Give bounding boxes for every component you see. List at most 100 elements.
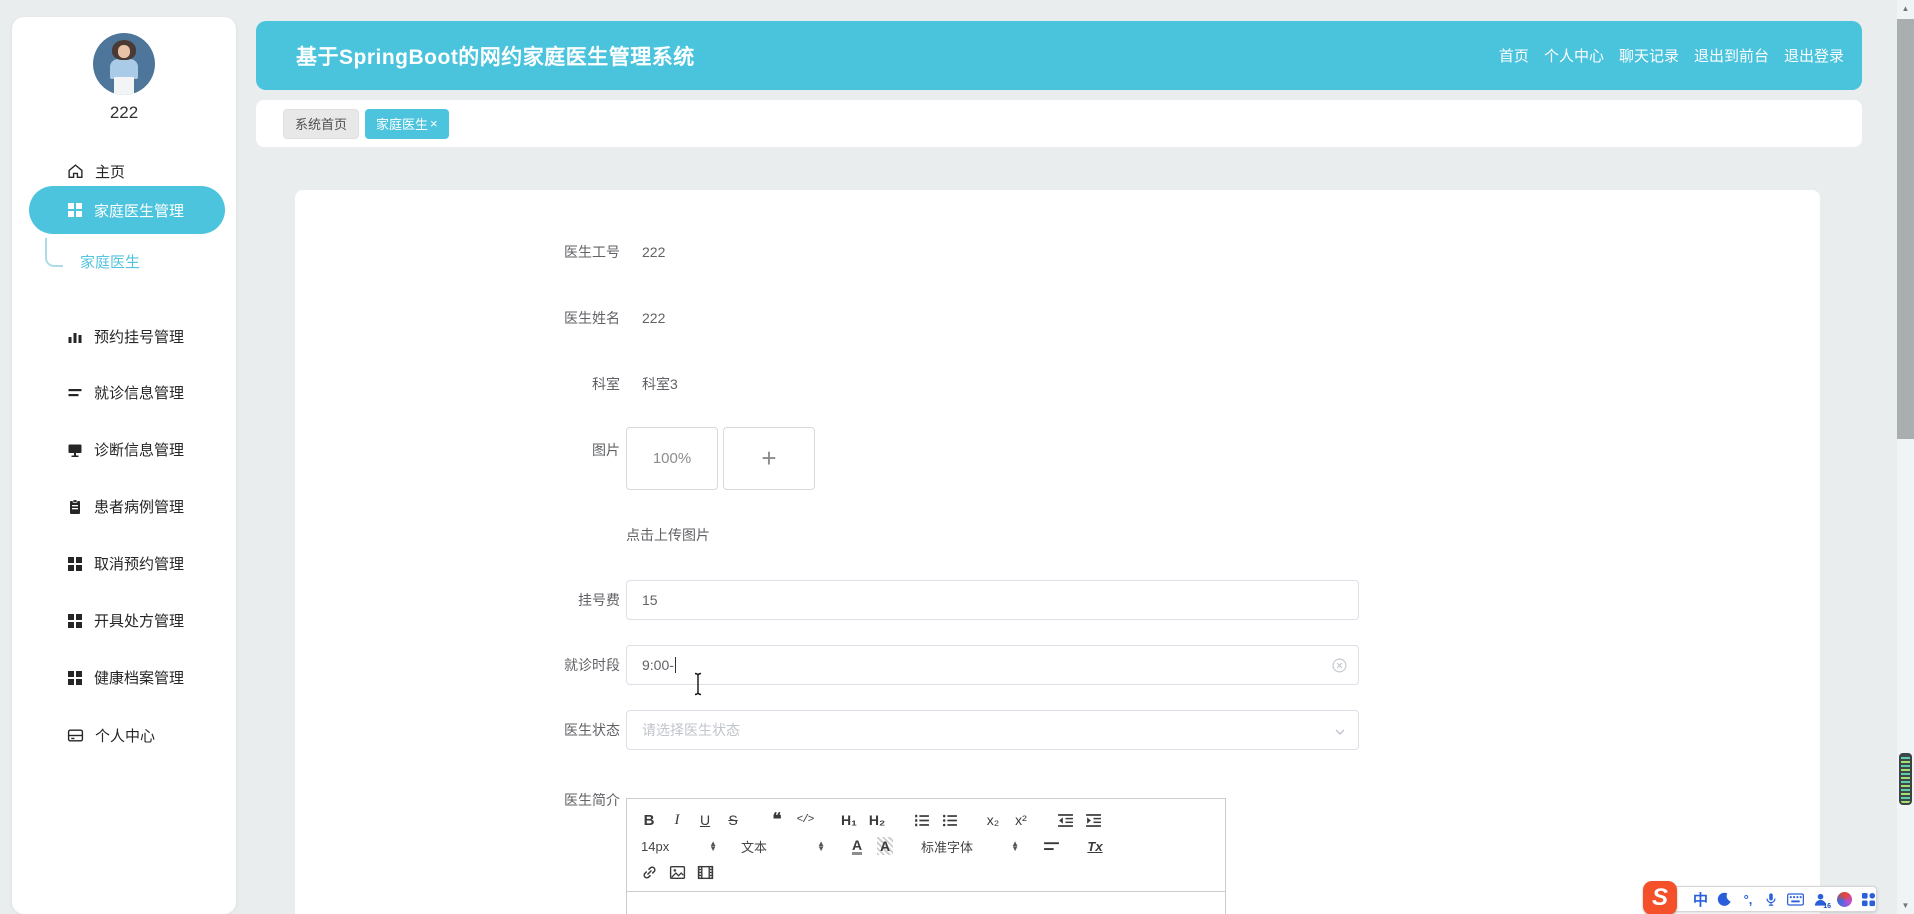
upload-progress-box: 100%	[626, 427, 718, 490]
moon-icon[interactable]	[1717, 889, 1732, 909]
nav-personal-center[interactable]: 个人中心	[1544, 45, 1604, 66]
skin-blob-icon[interactable]	[1837, 889, 1852, 909]
bg-a-glyph: A	[876, 837, 894, 855]
sogou-logo-icon[interactable]: S	[1643, 881, 1677, 914]
background-color-button[interactable]: A	[873, 835, 897, 857]
period-label: 就诊时段	[564, 657, 620, 673]
italic-button[interactable]: I	[665, 809, 689, 831]
superscript-button[interactable]: x²	[1009, 809, 1033, 831]
clear-icon[interactable]	[1332, 658, 1347, 673]
nav-chat-records[interactable]: 聊天记录	[1619, 45, 1679, 66]
sidebar-item-diagnosis-mgmt[interactable]: 诊断信息管理	[67, 439, 184, 460]
avatar[interactable]	[93, 33, 155, 95]
font-family-value: 标准字体	[921, 839, 974, 855]
microphone-icon[interactable]	[1764, 889, 1778, 909]
scrollbar-extension-widget[interactable]	[1899, 753, 1912, 805]
list-icon	[68, 388, 82, 396]
code-block-button[interactable]: </>	[793, 809, 817, 831]
tab-close-icon[interactable]: ×	[430, 116, 438, 131]
header-nav: 首页 个人中心 聊天记录 退出到前台 退出登录	[1499, 45, 1844, 66]
strike-button[interactable]: S	[721, 809, 745, 831]
rich-text-editor: B I U S ❝ </> H₁ H₂ x₂ x² 14px ▲ ▼ 文本 ▲ …	[626, 798, 1226, 914]
upload-add-button[interactable]: +	[723, 427, 815, 490]
department-label: 科室	[592, 376, 620, 392]
keyboard-icon[interactable]	[1787, 889, 1804, 909]
username: 222	[109, 103, 139, 122]
scrollbar-up-arrow[interactable]: ▲	[1897, 0, 1914, 17]
sidebar-item-health-record-mgmt[interactable]: 健康档案管理	[67, 667, 184, 688]
grid-icon	[68, 203, 82, 217]
tab-bar: 系统首页 家庭医生 ×	[256, 100, 1862, 147]
outdent-button[interactable]	[1053, 809, 1077, 831]
font-size-select[interactable]: 14px ▲ ▼	[637, 839, 721, 854]
home-icon	[68, 164, 83, 179]
bold-button[interactable]: B	[637, 809, 661, 831]
tab-family-doctor[interactable]: 家庭医生 ×	[365, 108, 449, 139]
status-select[interactable]: 请选择医生状态	[626, 710, 1359, 750]
tab-system-home[interactable]: 系统首页	[283, 108, 360, 139]
fee-input[interactable]	[626, 580, 1359, 620]
image-button[interactable]	[665, 861, 689, 883]
image-label: 图片	[592, 442, 620, 458]
doctor-name-value: 222	[642, 310, 666, 326]
text-color-button[interactable]: A	[845, 835, 869, 857]
scrollbar-thumb[interactable]	[1897, 19, 1914, 439]
nav-logout[interactable]: 退出登录	[1784, 45, 1844, 66]
underline-button[interactable]: U	[693, 809, 717, 831]
ime-toolbar: S 中 °, 16	[1643, 881, 1877, 914]
status-label: 医生状态	[564, 722, 620, 738]
chevron-down-icon	[1335, 729, 1345, 735]
sidebar-item-home[interactable]: 主页	[67, 161, 125, 182]
sidebar-subitem-family-doctor[interactable]: 家庭医生	[80, 251, 140, 272]
punctuation-icon[interactable]: °,	[1741, 889, 1755, 909]
sidebar-item-label: 健康档案管理	[94, 670, 185, 687]
period-value: 9:00-	[642, 657, 674, 673]
editor-content-area[interactable]	[627, 891, 1225, 914]
sidebar-item-patient-case-mgmt[interactable]: 患者病例管理	[67, 496, 184, 517]
sidebar: 222 主页 家庭医生管理 家庭医生 预约挂号管理 就诊信息管理 诊断信息管理 …	[12, 17, 236, 914]
period-input[interactable]: 9:00-	[626, 645, 1359, 685]
link-button[interactable]	[637, 861, 661, 883]
video-button[interactable]	[693, 861, 717, 883]
scrollbar-down-arrow[interactable]: ▼	[1897, 898, 1914, 912]
blockquote-button[interactable]: ❝	[765, 809, 789, 831]
monitor-icon	[68, 444, 82, 457]
sidebar-item-family-doctor-mgmt[interactable]: 家庭医生管理	[29, 186, 225, 234]
sidebar-item-label: 开具处方管理	[94, 613, 185, 630]
nav-exit-to-front[interactable]: 退出到前台	[1694, 45, 1769, 66]
bar-chart-icon	[68, 332, 82, 343]
ime-language-icon[interactable]: 中	[1693, 889, 1708, 909]
align-button[interactable]	[1039, 835, 1063, 857]
sidebar-item-label: 取消预约管理	[94, 556, 185, 573]
card-icon	[67, 729, 84, 742]
form-card: 医生工号 222 医生姓名 222 科室 科室3 图片 100% + 点击上传图…	[295, 190, 1820, 914]
grid-icon	[68, 556, 82, 571]
sidebar-item-prescription-mgmt[interactable]: 开具处方管理	[67, 610, 184, 631]
sidebar-item-visit-info-mgmt[interactable]: 就诊信息管理	[67, 382, 184, 403]
doctor-no-label: 医生工号	[564, 244, 620, 260]
indent-button[interactable]	[1081, 809, 1105, 831]
clipboard-icon	[70, 498, 80, 514]
sidebar-item-appointment-mgmt[interactable]: 预约挂号管理	[67, 326, 184, 347]
sidebar-item-personal-center[interactable]: 个人中心	[67, 725, 155, 746]
doctor-name-label: 医生姓名	[564, 310, 620, 326]
fee-label: 挂号费	[578, 592, 620, 608]
text-style-select[interactable]: 文本 ▲ ▼	[737, 837, 829, 856]
user-account-icon[interactable]: 16	[1813, 889, 1831, 910]
bullet-list-button[interactable]	[937, 809, 961, 831]
subscript-button[interactable]: x₂	[981, 809, 1005, 831]
sidebar-item-cancel-appointment-mgmt[interactable]: 取消预约管理	[67, 553, 184, 574]
account-badge: 16	[1823, 903, 1831, 910]
ordered-list-button[interactable]	[909, 809, 933, 831]
header2-button[interactable]: H₂	[865, 809, 889, 831]
header1-button[interactable]: H₁	[837, 809, 861, 831]
color-a-glyph: A	[851, 836, 863, 855]
grid-icon	[68, 613, 82, 628]
grid-icon	[68, 670, 82, 685]
font-family-select[interactable]: 标准字体 ▲ ▼	[917, 837, 1023, 856]
department-value: 科室3	[642, 376, 678, 392]
clean-format-button[interactable]: Tx	[1083, 835, 1107, 857]
font-size-value: 14px	[641, 838, 670, 854]
nav-home[interactable]: 首页	[1499, 45, 1529, 66]
toolbox-grid-icon[interactable]	[1861, 889, 1876, 909]
